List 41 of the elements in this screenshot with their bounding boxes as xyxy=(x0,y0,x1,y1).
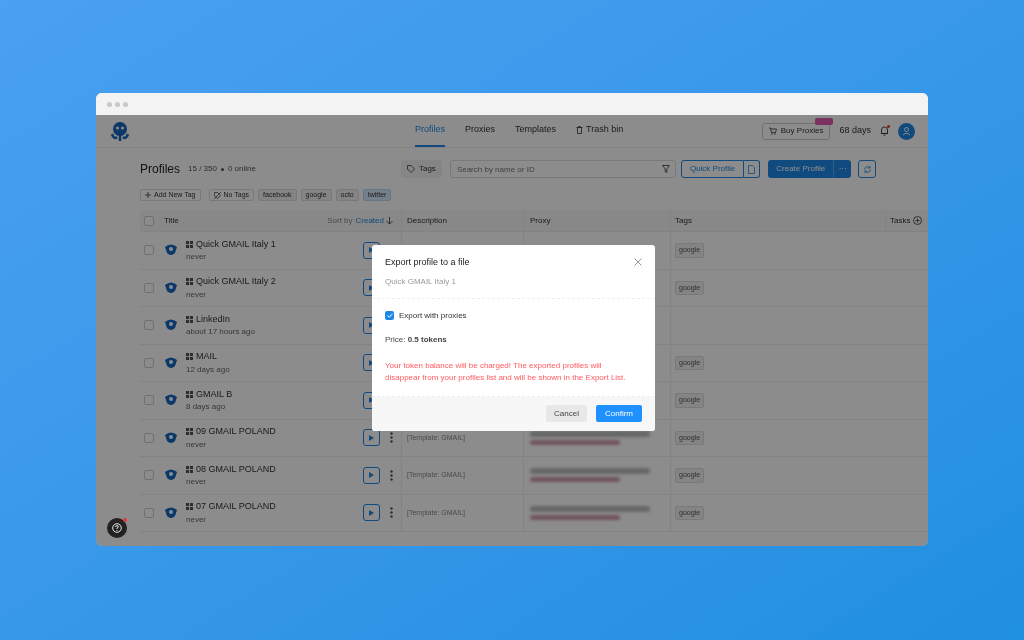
column-header: Proxy xyxy=(530,214,551,227)
column-header: Title xyxy=(164,214,179,227)
last-run-time: never xyxy=(186,476,207,488)
profile-name: Quick GMAIL Italy 2 xyxy=(196,275,276,288)
last-run-time: about 17 hours ago xyxy=(186,326,256,338)
profile-count: 15 / 350 xyxy=(188,163,217,175)
checkbox-label: Export with proxies xyxy=(399,309,467,322)
tags-button[interactable]: Tags xyxy=(400,160,442,178)
profile-name: LinkedIn xyxy=(196,312,231,326)
page-title: Profiles xyxy=(140,161,180,178)
column-header: Tags xyxy=(675,214,692,227)
nav-tab[interactable]: Profiles xyxy=(415,115,445,147)
nav-tab[interactable]: Trash bin xyxy=(576,115,624,147)
sort-field[interactable]: Created xyxy=(355,214,384,227)
nav-tab[interactable]: Proxies xyxy=(465,115,496,147)
last-run-time: never xyxy=(186,288,207,301)
profile-name: MAIL xyxy=(196,350,217,363)
profile-name: 07 GMAIL POLAND xyxy=(196,500,276,513)
create-profile-button[interactable]: Create Profile xyxy=(768,160,834,178)
nav-tab[interactable]: Templates xyxy=(515,115,557,147)
price-text: Price: 0.5 tokens xyxy=(385,333,448,346)
column-header: Description xyxy=(407,214,447,227)
last-run-time: never xyxy=(186,513,207,526)
profile-name: 09 GMAIL POLAND xyxy=(196,425,276,438)
last-run-time: never xyxy=(186,251,207,263)
dialog-title: Export profile to a file xyxy=(385,256,470,269)
dialog-subtitle: Quick GMAIL Italy 1 xyxy=(385,275,457,288)
column-header: Tasks xyxy=(890,214,911,227)
confirm-button[interactable]: Confirm xyxy=(596,405,642,422)
last-run-time: 8 days ago xyxy=(186,401,227,413)
subscription-days: 68 days xyxy=(839,124,871,138)
last-run-time: 12 days ago xyxy=(186,363,231,376)
more-button[interactable]: ··· xyxy=(833,160,852,178)
profile-name: Quick GMAIL Italy 1 xyxy=(196,237,276,251)
last-run-time: never xyxy=(186,438,207,451)
warning-text: Your token balance will be charged! The exported profiles will disappear from your profiles list and will be shown in the Export List. xyxy=(385,359,627,384)
quick-profile-button[interactable]: Quick Profile xyxy=(680,160,745,178)
online-count: 0 online xyxy=(227,163,256,175)
profile-name: 08 GMAIL POLAND xyxy=(196,462,276,476)
profile-name: GMAIL B xyxy=(196,387,233,401)
cancel-button[interactable]: Cancel xyxy=(546,405,587,422)
